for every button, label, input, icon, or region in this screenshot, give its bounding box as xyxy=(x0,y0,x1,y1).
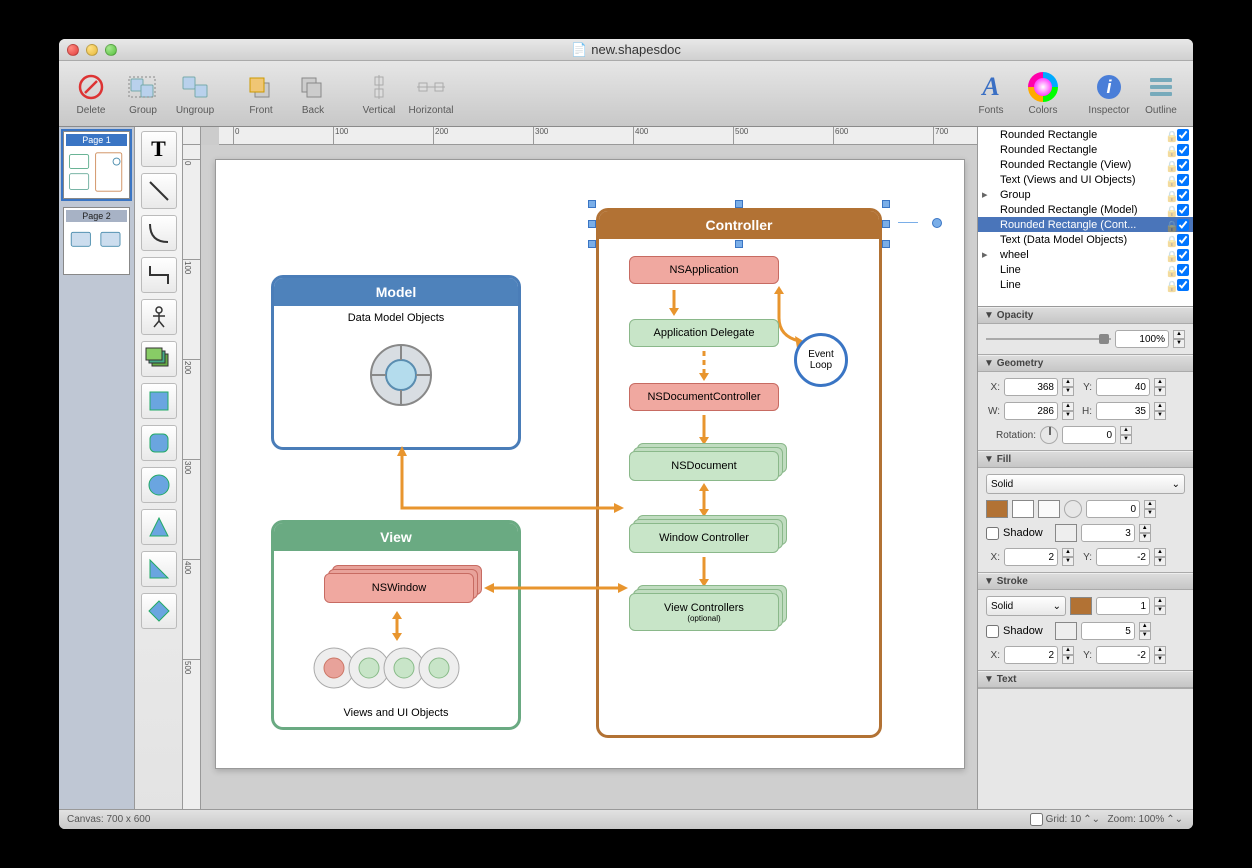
triangle-tool[interactable] xyxy=(141,509,177,545)
geom-h-input[interactable] xyxy=(1096,402,1150,420)
nsapplication-node[interactable]: NSApplication xyxy=(629,256,779,284)
geometry-section: ▼ Geometry X:▲▼ Y:▲▼ W:▲▼ H:▲▼ Rotation:… xyxy=(978,355,1193,451)
geom-y-input[interactable] xyxy=(1096,378,1150,396)
fill-color-swatch[interactable] xyxy=(986,500,1008,518)
stroke-shadow-check[interactable] xyxy=(986,625,999,638)
wheel-icon xyxy=(366,340,436,410)
app-delegate-node[interactable]: Application Delegate xyxy=(629,319,779,347)
layer-row[interactable]: Rounded Rectangle (View)🔒 xyxy=(978,157,1193,172)
stroke-shadow-blur[interactable] xyxy=(1081,622,1135,640)
nswindow-stack[interactable]: NSWindow xyxy=(324,573,484,613)
colors-button[interactable]: Colors xyxy=(1021,71,1065,116)
fill-section: ▼ Fill Solid⌄ ▲▼ Shadow ▲▼ X:▲▼ Y:▲▼ xyxy=(978,451,1193,573)
canvas-size-label: Canvas: 700 x 600 xyxy=(67,814,150,825)
fill-shadow-check[interactable] xyxy=(986,527,999,540)
layer-row[interactable]: Rounded Rectangle🔒 xyxy=(978,142,1193,157)
stroke-shadow-x[interactable] xyxy=(1004,646,1058,664)
layer-row[interactable]: ▸wheel🔒 xyxy=(978,247,1193,262)
rect-tool[interactable] xyxy=(141,383,177,419)
stroke-section: ▼ Stroke Solid⌄ ▲▼ Shadow ▲▼ X:▲▼ Y:▲▼ xyxy=(978,573,1193,671)
ungroup-button[interactable]: Ungroup xyxy=(173,71,217,116)
inspector-button[interactable]: i Inspector xyxy=(1087,71,1131,116)
fonts-button[interactable]: A Fonts xyxy=(969,71,1013,116)
event-loop-node[interactable]: Event Loop xyxy=(794,333,848,387)
pages-panel: Page 1 Page 2 xyxy=(59,127,135,809)
person-tool[interactable] xyxy=(141,299,177,335)
fill-angle-dial[interactable] xyxy=(1064,500,1082,518)
fill-shadow-y[interactable] xyxy=(1096,548,1150,566)
opacity-section: ▼ Opacity ▲▼ xyxy=(978,307,1193,355)
geom-w-input[interactable] xyxy=(1004,402,1058,420)
fill-mode-select[interactable]: Solid⌄ xyxy=(986,474,1185,494)
statusbar: Canvas: 700 x 600 Grid: 10 ⌃⌄ Zoom: 100%… xyxy=(59,809,1193,829)
align-horizontal-button[interactable]: Horizontal xyxy=(409,71,453,116)
canvas-scroll[interactable]: Model Data Model Objects View xyxy=(201,145,977,809)
layer-row[interactable]: Text (Views and UI Objects)🔒 xyxy=(978,172,1193,187)
titlebar: 📄new.shapesdoc xyxy=(59,39,1193,61)
fill-shadow-blur[interactable] xyxy=(1081,524,1135,542)
layer-row[interactable]: Line🔒 xyxy=(978,262,1193,277)
layer-row[interactable]: Rounded Rectangle (Model)🔒 xyxy=(978,202,1193,217)
outline-button[interactable]: Outline xyxy=(1139,71,1183,116)
image-tool[interactable] xyxy=(141,341,177,377)
view-group[interactable]: View NSWindow xyxy=(271,520,521,730)
circle-tool[interactable] xyxy=(141,467,177,503)
nsdoccontroller-node[interactable]: NSDocumentController xyxy=(629,383,779,411)
align-vertical-button[interactable]: Vertical xyxy=(357,71,401,116)
controller-group[interactable]: Controller NSApplication Application Del… xyxy=(596,208,882,738)
front-button[interactable]: Front xyxy=(239,71,283,116)
layer-row[interactable]: Rounded Rectangle🔒 xyxy=(978,127,1193,142)
layer-list[interactable]: Rounded Rectangle🔒Rounded Rectangle🔒Roun… xyxy=(978,127,1193,307)
fill-angle-input[interactable] xyxy=(1086,500,1140,518)
diamond-tool[interactable] xyxy=(141,593,177,629)
opacity-slider[interactable] xyxy=(986,332,1111,346)
app-window: 📄new.shapesdoc Delete Group Ungroup Fron… xyxy=(59,39,1193,829)
window-to-nswindow-arrow xyxy=(484,580,628,596)
inspector-panel: Rounded Rectangle🔒Rounded Rectangle🔒Roun… xyxy=(977,127,1193,809)
window-title: 📄new.shapesdoc xyxy=(59,42,1193,58)
tools-panel: T xyxy=(135,127,183,809)
rotation-dial[interactable] xyxy=(1040,426,1058,444)
rotation-input[interactable] xyxy=(1062,426,1116,444)
group-button[interactable]: Group xyxy=(121,71,165,116)
page-thumb-1[interactable]: Page 1 xyxy=(63,131,130,199)
text-tool[interactable]: T xyxy=(141,131,177,167)
grid-check[interactable] xyxy=(1030,813,1043,826)
layer-row[interactable]: ▸Group🔒 xyxy=(978,187,1193,202)
ruler-vertical: 0100200300400500 xyxy=(183,145,201,809)
stroke-shadow-y[interactable] xyxy=(1096,646,1150,664)
opacity-stepper[interactable]: ▲▼ xyxy=(1173,330,1185,348)
layer-row[interactable]: Text (Data Model Objects)🔒 xyxy=(978,232,1193,247)
stroke-color-swatch[interactable] xyxy=(1070,597,1092,615)
delete-button[interactable]: Delete xyxy=(69,71,113,116)
stroke-mode-select[interactable]: Solid⌄ xyxy=(986,596,1066,616)
model-group[interactable]: Model Data Model Objects xyxy=(271,275,521,450)
line-tool[interactable] xyxy=(141,173,177,209)
selection-handles[interactable] xyxy=(592,204,886,244)
roundrect-tool[interactable] xyxy=(141,425,177,461)
back-button[interactable]: Back xyxy=(291,71,335,116)
fill-shadow-x[interactable] xyxy=(1004,548,1058,566)
toolbar: Delete Group Ungroup Front Back xyxy=(59,61,1193,127)
model-title: Model xyxy=(274,278,518,306)
ruler-horizontal: 0100200300400500600700 xyxy=(219,127,977,145)
canvas[interactable]: Model Data Model Objects View xyxy=(215,159,965,769)
opacity-input[interactable] xyxy=(1115,330,1169,348)
page-thumb-2[interactable]: Page 2 xyxy=(63,207,130,275)
model-subtitle: Data Model Objects xyxy=(274,312,518,324)
ui-objects-icon xyxy=(314,643,484,693)
curve-tool[interactable] xyxy=(141,215,177,251)
step-tool[interactable] xyxy=(141,257,177,293)
model-to-doc-arrow xyxy=(396,450,626,530)
layer-row[interactable]: Line🔒 xyxy=(978,277,1193,292)
layer-row[interactable]: Rounded Rectangle (Cont...🔒 xyxy=(978,217,1193,232)
right-triangle-tool[interactable] xyxy=(141,551,177,587)
view-subtitle: Views and UI Objects xyxy=(274,707,518,719)
stroke-width-input[interactable] xyxy=(1096,597,1150,615)
canvas-area: 0100200300400500600700 0100200300400500 … xyxy=(183,127,977,809)
text-section: ▼ Text xyxy=(978,671,1193,689)
geom-x-input[interactable] xyxy=(1004,378,1058,396)
